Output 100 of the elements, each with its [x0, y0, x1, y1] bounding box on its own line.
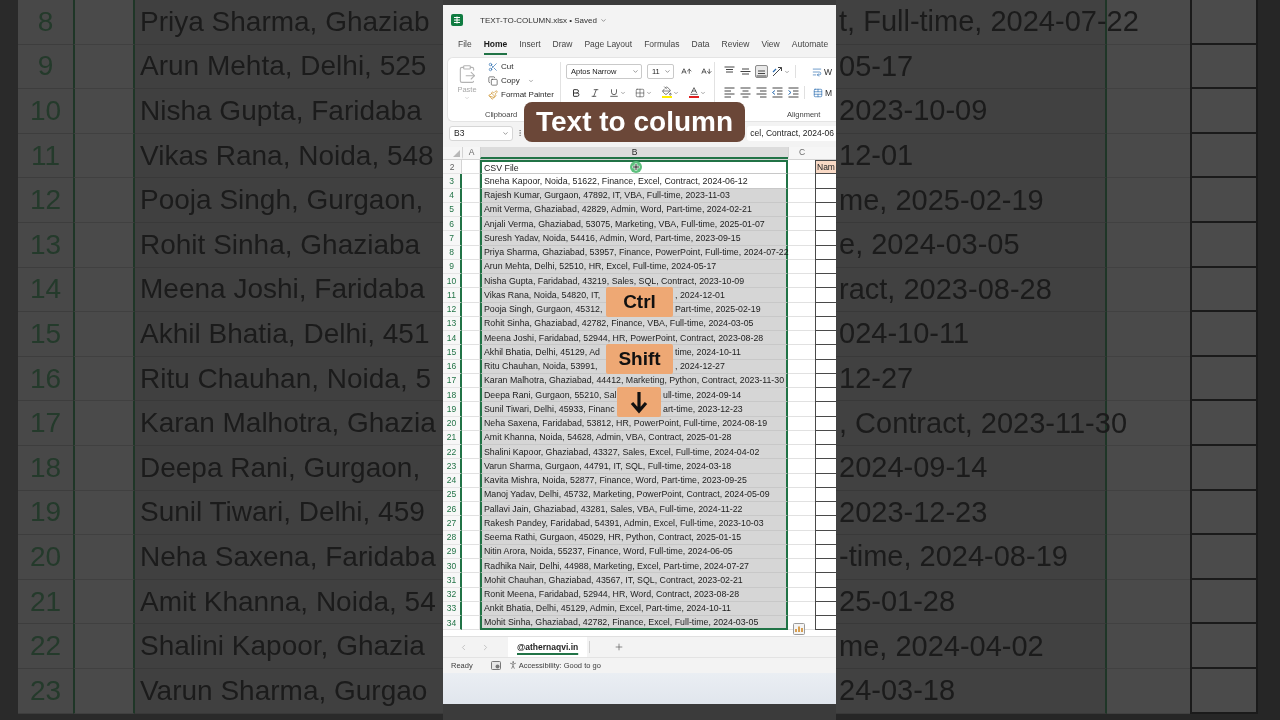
clipboard-icon [457, 64, 477, 84]
wrap-text-icon [811, 66, 822, 77]
fill-color-button[interactable] [659, 84, 681, 101]
row-header[interactable]: 31 [443, 573, 462, 588]
table-cell: ull-time, 2024-09-14 [661, 388, 788, 403]
row-header[interactable]: 34 [443, 616, 462, 631]
row-header[interactable]: 6 [443, 217, 462, 232]
table-cell: Vikas Rana, Noida, 54820, IT, [480, 288, 606, 303]
quick-analysis-icon[interactable] [793, 623, 805, 635]
table-cell: Radhika Nair, Delhi, 44988, Marketing, Excel, Part-time, 2024-07-27 [480, 559, 788, 574]
menu-tab[interactable]: File [458, 35, 472, 55]
select-all-icon[interactable] [453, 150, 460, 157]
table-cell: Shalini Kapoor, Ghaziabad, 43327, Sales, Excel, Full-time, 2024-04-02 [480, 445, 788, 460]
chevron-down-icon [464, 95, 470, 101]
row-header[interactable]: 7 [443, 231, 462, 246]
vertical-align-button[interactable] [755, 65, 768, 78]
menu-tab[interactable]: Page Layout [584, 35, 633, 55]
chevron-down-icon [646, 89, 652, 96]
chevron-down-icon [599, 16, 607, 24]
video-caption: Text to column [524, 102, 746, 142]
text-orientation-icon [772, 66, 783, 77]
menu-tab[interactable]: Data [691, 35, 710, 55]
menu-tab[interactable]: Insert [519, 35, 541, 55]
menu-tab[interactable]: Home [483, 35, 508, 55]
chevron-down-icon [784, 68, 790, 75]
table-cell: Suresh Yadav, Noida, 54416, Admin, Word, Part-time, 2023-09-15 [480, 231, 788, 246]
align-left-button[interactable] [723, 86, 736, 99]
table-cell: CSV File [480, 160, 788, 175]
table-cell: Meena Joshi, Faridabad, 52944, HR, PowerPoint, Contract, 2023-08-28 [480, 331, 788, 346]
table-cell: time, 2024-10-11 [673, 345, 788, 360]
record-macro-icon[interactable] [490, 660, 501, 670]
wrap-text-button[interactable]: W [811, 66, 832, 77]
chevron-down-icon [620, 89, 626, 96]
decrease-indent-icon [772, 87, 783, 98]
copy-button[interactable]: Copy [488, 75, 520, 86]
more-icon [516, 129, 524, 137]
table-cell: art-time, 2023-12-23 [661, 402, 788, 417]
row-header[interactable]: 30 [443, 559, 462, 574]
table-cell: Varun Sharma, Gurgaon, 44791, IT, SQL, Full-time, 2024-03-18 [480, 459, 788, 474]
borders-icon [635, 87, 645, 98]
menu-tab[interactable]: View [761, 35, 780, 55]
row-header[interactable]: 26 [443, 502, 462, 517]
row-header[interactable]: 23 [443, 459, 462, 474]
row-header[interactable]: 2 [443, 160, 462, 175]
row-header[interactable]: 11 [443, 288, 462, 303]
align-middle-icon [740, 66, 751, 77]
spreadsheet-app-icon [451, 14, 463, 26]
table-cell: Mohit Chauhan, Ghaziabad, 43567, IT, SQL, Contract, 2023-02-21 [480, 573, 788, 588]
name-box[interactable]: B3 [449, 125, 513, 141]
row-header[interactable]: 14 [443, 331, 462, 346]
row-header[interactable]: 19 [443, 402, 462, 417]
bold-icon [571, 87, 581, 98]
chevron-down-icon [527, 77, 534, 84]
font-shrink-icon [701, 66, 712, 77]
formula-input[interactable]: cel, Contract, 2024-06 [747, 125, 836, 141]
table-cell: Sunil Tiwari, Delhi, 45933, Financ [480, 402, 617, 417]
menu-tab[interactable]: Review [721, 35, 750, 55]
chevron-down-icon [673, 89, 679, 96]
document-title[interactable]: TEXT-TO-COLUMN.xlsx • Saved [480, 15, 607, 25]
scissors-icon [488, 61, 498, 72]
accessibility-icon[interactable] [507, 660, 518, 671]
merge-cells-icon [812, 87, 823, 98]
table-cell: Pallavi Jain, Ghaziabad, 43281, Sales, VBA, Full-time, 2024-11-22 [480, 502, 788, 517]
table-cell: Anjali Verma, Ghaziabad, 53075, Marketing, VBA, Full-time, 2025-01-07 [480, 217, 788, 232]
increase-indent-button[interactable] [787, 86, 800, 99]
row-header[interactable]: 18 [443, 388, 462, 403]
table-header-cell: Nam [815, 160, 836, 175]
decrease-indent-button[interactable] [771, 86, 784, 99]
italic-icon [590, 87, 600, 98]
add-sheet-icon[interactable] [614, 642, 625, 653]
menu-tab[interactable]: Formulas [644, 35, 680, 55]
table-cell: Nisha Gupta, Faridabad, 43219, Sales, SQL, Contract, 2023-10-09 [480, 274, 788, 289]
row-header[interactable]: 22 [443, 445, 462, 460]
align-center-icon [740, 87, 751, 98]
font-grow-icon [681, 66, 692, 77]
menu-tab[interactable]: Automate [791, 35, 829, 55]
row-header[interactable]: 15 [443, 345, 462, 360]
menu-tab[interactable]: Draw [552, 35, 573, 55]
table-cell: , 2024-12-01 [673, 288, 788, 303]
row-header[interactable]: 3 [443, 174, 462, 189]
format-painter-button[interactable]: Format Painter [488, 89, 554, 100]
table-cell: Rakesh Pandey, Faridabad, 54391, Admin, Excel, Full-time, 2023-10-03 [480, 516, 788, 531]
cut-button[interactable]: Cut [488, 61, 514, 72]
merge-button[interactable]: M [812, 87, 832, 98]
column-header[interactable]: B [480, 147, 788, 159]
align-center-button[interactable] [739, 86, 752, 99]
row-header[interactable]: 10 [443, 274, 462, 289]
align-right-button[interactable] [755, 86, 768, 99]
orientation-button[interactable] [771, 65, 791, 78]
key-label: Shift [606, 344, 673, 375]
sheet-tab[interactable]: @athernaqvi.in [508, 637, 588, 658]
align-right-icon [756, 87, 767, 98]
increase-indent-icon [788, 87, 799, 98]
table-cell: Mohit Sinha, Ghaziabad, 42782, Finance, Excel, Full-time, 2024-03-05 [480, 616, 788, 631]
underline-icon [609, 87, 619, 98]
row-header[interactable]: 27 [443, 516, 462, 531]
vertical-align-button[interactable] [739, 65, 752, 78]
chevron-down-icon [631, 68, 639, 75]
down-arrow-key-icon [617, 387, 661, 417]
font-color-button[interactable] [686, 84, 708, 101]
